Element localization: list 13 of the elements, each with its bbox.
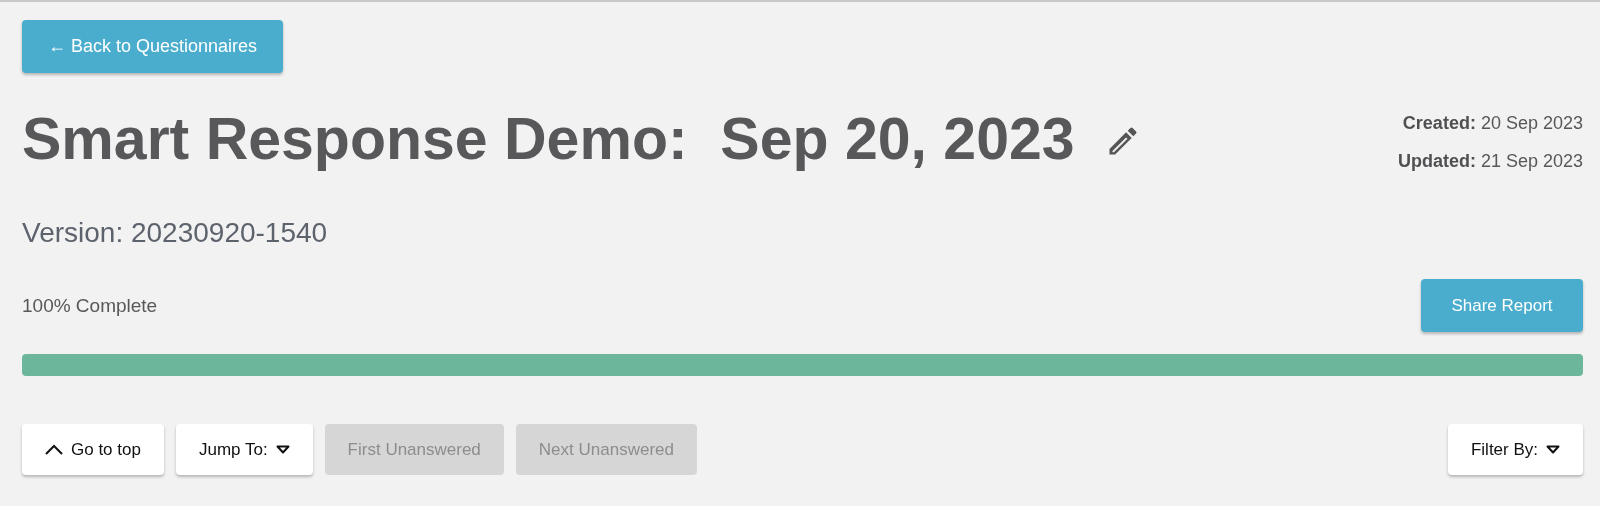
filter-button[interactable]: Filter By:	[1447, 424, 1583, 475]
back-button[interactable]: ← Back to Questionnaires	[22, 20, 284, 73]
toolbar-button[interactable]: Go to top	[22, 424, 164, 475]
toolbar-button[interactable]: Jump To:	[175, 424, 313, 475]
version-text: Version: 20230920-1540	[22, 217, 329, 249]
date-text: Created: 20 Sep 2023	[1401, 112, 1583, 135]
share-report-button[interactable]: Share Report	[1421, 279, 1583, 332]
caret-icon	[1546, 445, 1560, 454]
progress-label: 100% Complete	[22, 294, 158, 317]
caret-icon	[275, 445, 290, 454]
chevron-up-icon	[45, 444, 63, 455]
date-text: Updated: 21 Sep 2023	[1397, 150, 1583, 173]
page-title: Smart Response Demo: Sep 20, 2023	[22, 105, 1075, 173]
